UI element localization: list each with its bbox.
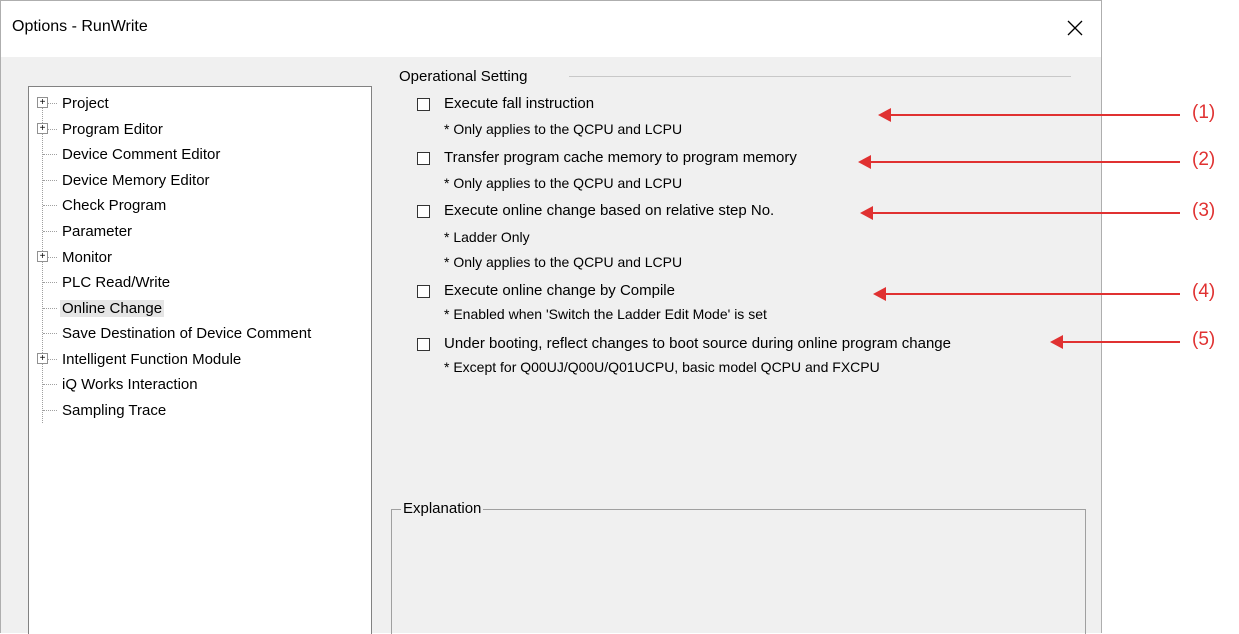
fall-instruction-checkbox[interactable] <box>417 98 430 111</box>
callout-label: (5) <box>1192 329 1216 350</box>
operational-setting-label: Operational Setting <box>399 68 534 85</box>
relative-step-checkbox[interactable] <box>417 205 430 218</box>
boot-source-checkbox[interactable] <box>417 338 430 351</box>
callout-label: (3) <box>1192 200 1216 221</box>
tree-item-label: Sampling Trace <box>62 401 167 419</box>
tree-item-sampling-trace[interactable]: Sampling Trace <box>39 400 168 420</box>
tree-item-label: Parameter <box>62 222 133 240</box>
tree-item-program-editor[interactable]: + Program Editor <box>37 119 165 139</box>
tree-item-save-destination[interactable]: Save Destination of Device Comment <box>39 323 313 343</box>
compile-checkbox[interactable] <box>417 285 430 298</box>
operational-group-divider <box>569 76 1071 77</box>
dialog-title: Options - RunWrite <box>12 18 148 35</box>
tree-item-monitor[interactable]: + Monitor <box>37 247 114 267</box>
tree-item-label: Project <box>62 94 109 112</box>
options-dialog: Options - RunWrite + Project + Program E… <box>0 0 1102 634</box>
expand-icon[interactable]: + <box>37 123 48 134</box>
callout-label: (1) <box>1192 102 1216 123</box>
transfer-cache-checkbox[interactable] <box>417 152 430 165</box>
option-note: * Only applies to the QCPU and LCPU <box>444 121 683 137</box>
relative-step-label[interactable]: Execute online change based on relative … <box>444 202 774 219</box>
tree-item-label: Save Destination of Device Comment <box>62 324 312 342</box>
tree-item-device-memory-editor[interactable]: Device Memory Editor <box>39 170 212 190</box>
tree-item-check-program[interactable]: Check Program <box>39 195 168 215</box>
tree-item-intelligent-function-module[interactable]: + Intelligent Function Module <box>37 349 243 369</box>
fall-instruction-label[interactable]: Execute fall instruction <box>444 95 594 112</box>
annotation-arrow <box>858 155 1180 169</box>
option-note: * Only applies to the QCPU and LCPU <box>444 254 683 270</box>
callout-label: (2) <box>1192 149 1216 170</box>
close-button[interactable] <box>1053 9 1097 47</box>
tree-item-label: Device Memory Editor <box>62 171 210 189</box>
tree-item-label: Monitor <box>62 248 113 266</box>
transfer-cache-label[interactable]: Transfer program cache memory to program… <box>444 149 797 166</box>
annotation-arrow <box>878 108 1180 122</box>
tree-item-project[interactable]: + Project <box>37 93 111 113</box>
boot-source-label[interactable]: Under booting, reflect changes to boot s… <box>444 335 951 352</box>
option-note: * Enabled when 'Switch the Ladder Edit M… <box>444 306 767 322</box>
annotation-arrow <box>860 206 1180 220</box>
expand-icon[interactable]: + <box>37 251 48 262</box>
tree-item-label: Device Comment Editor <box>62 145 221 163</box>
expand-icon[interactable]: + <box>37 97 48 108</box>
annotation-arrow <box>1050 335 1180 349</box>
close-icon <box>1067 20 1083 36</box>
tree-item-plc-read-write[interactable]: PLC Read/Write <box>39 272 172 292</box>
tree-item-label: Online Change <box>60 299 165 317</box>
tree-item-online-change[interactable]: Online Change <box>39 298 165 318</box>
tree-item-iq-works-interaction[interactable]: iQ Works Interaction <box>39 374 200 394</box>
tree-item-label: Intelligent Function Module <box>62 350 242 368</box>
tree-item-label: iQ Works Interaction <box>62 375 198 393</box>
expand-icon[interactable]: + <box>37 353 48 364</box>
tree-item-parameter[interactable]: Parameter <box>39 221 134 241</box>
tree-item-label: Program Editor <box>62 120 163 138</box>
options-tree[interactable]: + Project + Program Editor Device Commen… <box>28 86 372 634</box>
option-note: * Only applies to the QCPU and LCPU <box>444 175 683 191</box>
callout-label: (4) <box>1192 281 1216 302</box>
explanation-label: Explanation <box>401 500 484 517</box>
option-note: * Except for Q00UJ/Q00U/Q01UCPU, basic m… <box>444 359 880 375</box>
annotation-arrow <box>873 287 1180 301</box>
explanation-box <box>391 509 1086 634</box>
option-note: * Ladder Only <box>444 229 530 245</box>
tree-item-label: Check Program <box>62 196 167 214</box>
title-bar: Options - RunWrite <box>1 1 1101 57</box>
tree-item-label: PLC Read/Write <box>62 273 171 291</box>
compile-label[interactable]: Execute online change by Compile <box>444 282 675 299</box>
tree-item-device-comment-editor[interactable]: Device Comment Editor <box>39 144 222 164</box>
